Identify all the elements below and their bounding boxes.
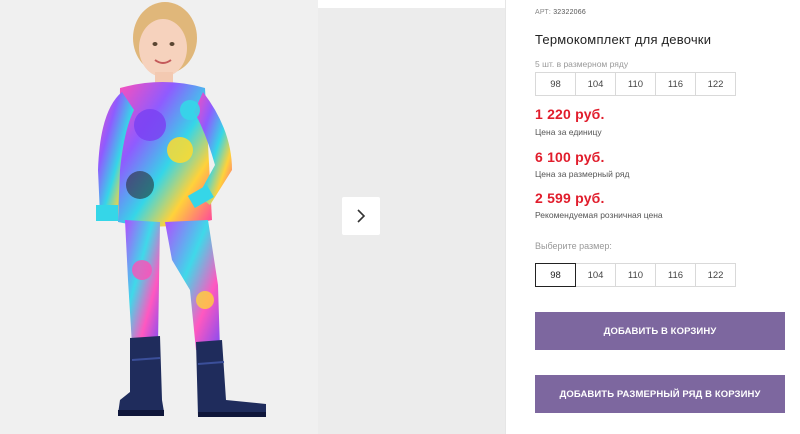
size-option[interactable]: 110 <box>615 263 656 287</box>
size-option-selected[interactable]: 98 <box>535 263 576 287</box>
retail-price-label: Рекомендуемая розничная цена <box>535 210 663 220</box>
add-to-cart-button[interactable]: ДОБАВИТЬ В КОРЗИНУ <box>535 312 785 350</box>
series-size: 122 <box>695 72 736 96</box>
retail-price: 2 599 руб. <box>535 190 605 206</box>
product-photo[interactable] <box>0 0 318 434</box>
sku: АРТ: 32322066 <box>535 9 586 16</box>
choose-size-label: Выберите размер: <box>535 241 612 251</box>
product-title: Термокомплект для девочки <box>535 32 712 47</box>
size-picker: 98 104 110 116 122 <box>535 263 736 287</box>
series-size: 116 <box>655 72 696 96</box>
size-series-row: 98 104 110 116 122 <box>535 72 736 96</box>
size-option[interactable]: 104 <box>575 263 616 287</box>
series-price-label: Цена за размерный ряд <box>535 169 630 179</box>
size-series-note: 5 шт. в размерном ряду <box>535 59 629 69</box>
product-photo-image <box>0 0 318 434</box>
vertical-divider <box>505 0 506 434</box>
size-option[interactable]: 116 <box>655 263 696 287</box>
product-info-panel: АРТ: 32322066 Термокомплект для девочки … <box>535 0 790 434</box>
series-size: 104 <box>575 72 616 96</box>
sku-label: АРТ: <box>535 9 552 16</box>
sku-value: 32322066 <box>553 9 586 16</box>
chevron-right-icon <box>357 209 366 223</box>
series-size: 110 <box>615 72 656 96</box>
product-gallery <box>0 0 505 434</box>
size-option[interactable]: 122 <box>695 263 736 287</box>
series-price: 6 100 руб. <box>535 149 605 165</box>
series-size: 98 <box>535 72 576 96</box>
unit-price-label: Цена за единицу <box>535 127 602 137</box>
add-series-to-cart-button[interactable]: ДОБАВИТЬ РАЗМЕРНЫЙ РЯД В КОРЗИНУ <box>535 375 785 413</box>
next-image-button[interactable] <box>342 197 380 235</box>
unit-price: 1 220 руб. <box>535 106 605 122</box>
